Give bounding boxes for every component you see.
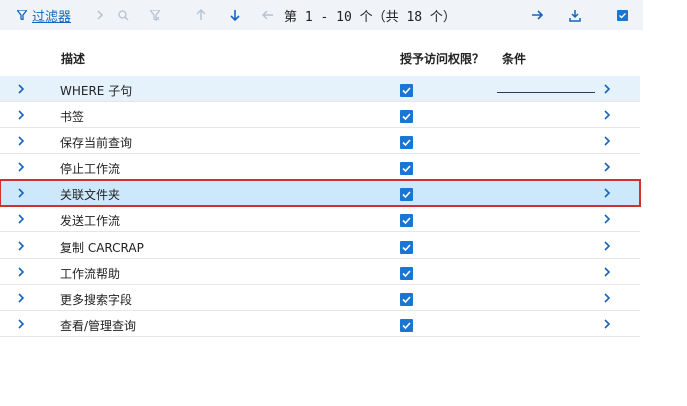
expand-chevron-icon[interactable] bbox=[14, 154, 28, 180]
row-detail-chevron-icon[interactable] bbox=[600, 76, 614, 102]
table-row[interactable]: 关联文件夹 bbox=[0, 179, 641, 207]
grant-access-checkbox[interactable] bbox=[400, 110, 413, 123]
grant-access-checkbox[interactable] bbox=[400, 214, 413, 227]
clear-filter-icon[interactable] bbox=[150, 0, 160, 30]
grant-access-checkbox[interactable] bbox=[400, 162, 413, 175]
row-description: 查看/管理查询 bbox=[60, 319, 137, 333]
grant-access-checkbox[interactable] bbox=[400, 267, 413, 280]
table-row[interactable]: 查看/管理查询 bbox=[0, 311, 640, 337]
toolbar: 过滤器 第 1 - 10 个（共 18 个） bbox=[0, 0, 643, 30]
grant-access-checkbox[interactable] bbox=[400, 84, 413, 97]
table-row[interactable]: 书签 bbox=[0, 102, 640, 128]
row-description: 发送工作流 bbox=[60, 214, 121, 228]
row-description: 工作流帮助 bbox=[60, 267, 121, 281]
download-icon[interactable] bbox=[569, 0, 581, 30]
expand-chevron-icon[interactable] bbox=[14, 206, 28, 232]
table-row[interactable]: 保存当前查询 bbox=[0, 128, 640, 154]
next-page-icon[interactable] bbox=[531, 0, 543, 30]
sort-down-icon[interactable] bbox=[230, 0, 240, 30]
expand-chevron-icon[interactable] bbox=[14, 128, 28, 154]
filter-icon[interactable] bbox=[17, 0, 27, 30]
expand-chevron-icon[interactable] bbox=[14, 285, 28, 311]
expand-chevron-icon[interactable] bbox=[14, 233, 28, 259]
grant-access-checkbox[interactable] bbox=[400, 188, 413, 201]
row-detail-chevron-icon[interactable] bbox=[600, 154, 614, 180]
row-description: 保存当前查询 bbox=[60, 136, 133, 150]
row-detail-chevron-icon[interactable] bbox=[600, 128, 614, 154]
grant-access-checkbox[interactable] bbox=[400, 241, 413, 254]
table-row[interactable]: 复制 CARCRAP bbox=[0, 233, 640, 259]
chevron-right-icon[interactable] bbox=[97, 0, 104, 30]
row-detail-chevron-icon[interactable] bbox=[600, 285, 614, 311]
table-row[interactable]: 停止工作流 bbox=[0, 154, 640, 180]
prev-page-icon[interactable] bbox=[262, 0, 274, 30]
select-all-icon[interactable] bbox=[617, 0, 628, 30]
row-description: 更多搜索字段 bbox=[60, 293, 133, 307]
expand-chevron-icon[interactable] bbox=[14, 102, 28, 128]
row-detail-chevron-icon[interactable] bbox=[600, 180, 614, 206]
row-detail-chevron-icon[interactable] bbox=[600, 233, 614, 259]
table-row[interactable]: 更多搜索字段 bbox=[0, 285, 640, 311]
sort-up-icon[interactable] bbox=[196, 0, 206, 30]
column-header-description[interactable]: 描述 bbox=[61, 50, 85, 67]
pager-text: 第 1 - 10 个（共 18 个） bbox=[284, 9, 456, 25]
row-detail-chevron-icon[interactable] bbox=[600, 206, 614, 232]
grant-access-checkbox[interactable] bbox=[400, 319, 413, 332]
search-icon[interactable] bbox=[118, 0, 129, 30]
row-detail-chevron-icon[interactable] bbox=[600, 102, 614, 128]
row-description: 关联文件夹 bbox=[60, 188, 121, 202]
row-detail-chevron-icon[interactable] bbox=[600, 311, 614, 337]
condition-input[interactable] bbox=[497, 92, 595, 93]
table-row[interactable]: 工作流帮助 bbox=[0, 259, 640, 285]
grant-access-checkbox[interactable] bbox=[400, 136, 413, 149]
table-row[interactable]: WHERE 子句 bbox=[0, 76, 640, 102]
table-header: 描述 授予访问权限？ 条件 bbox=[0, 42, 643, 72]
row-description: 停止工作流 bbox=[60, 162, 121, 176]
expand-chevron-icon[interactable] bbox=[14, 76, 28, 102]
column-header-access[interactable]: 授予访问权限？ bbox=[400, 50, 484, 67]
row-description: WHERE 子句 bbox=[60, 84, 133, 98]
row-description: 复制 CARCRAP bbox=[60, 241, 144, 255]
row-detail-chevron-icon[interactable] bbox=[600, 259, 614, 285]
filter-link[interactable]: 过滤器 bbox=[32, 0, 71, 30]
table-row[interactable]: 发送工作流 bbox=[0, 206, 640, 232]
expand-chevron-icon[interactable] bbox=[14, 259, 28, 285]
expand-chevron-icon[interactable] bbox=[14, 180, 28, 206]
expand-chevron-icon[interactable] bbox=[14, 311, 28, 337]
grant-access-checkbox[interactable] bbox=[400, 293, 413, 306]
row-description: 书签 bbox=[60, 110, 85, 124]
column-header-condition[interactable]: 条件 bbox=[502, 50, 526, 67]
